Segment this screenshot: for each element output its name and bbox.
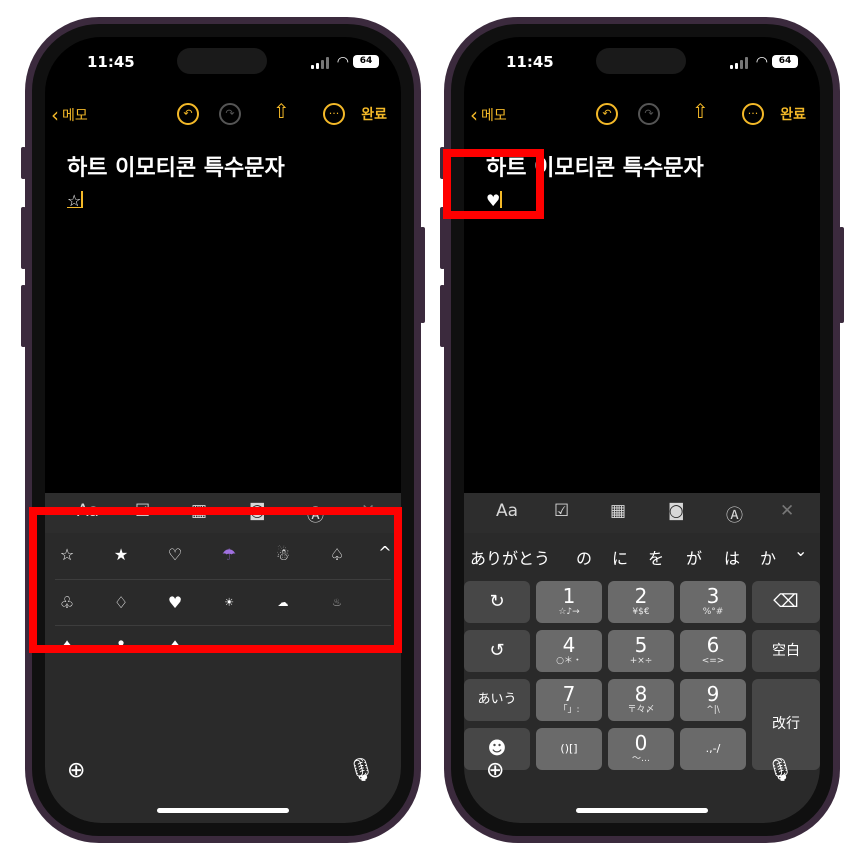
right-phone: 11:45 ◠ 64 ‹ 메모 ↶ ↷ ⇧ ··· 완료 하트 이모티콘 특수문자… [440,17,844,843]
candidate-item[interactable]: を [648,545,664,569]
space-key[interactable]: 空白 [752,630,820,672]
kana-switch-key[interactable]: あいう [464,679,530,721]
candidate-item[interactable]: が [686,545,702,569]
done-button[interactable]: 완료 [361,104,387,124]
nav-bar: ‹ 메모 ↶ ↷ ⇧ ··· 완료 [45,97,401,131]
volume-down-button [21,285,26,347]
battery-icon: 64 [353,55,379,68]
action-button [21,147,26,179]
home-indicator [576,808,708,813]
status-bar: 11:45 ◠ 64 [464,37,820,81]
kana-keyboard: ありがとう の に を が は か ⌄ ↻ 1 ☆♪→ 2 ¥$€ 3 %°# ⌫ ↺… [464,533,820,823]
wifi-icon: ◠ [336,54,349,70]
dynamic-island [177,48,267,74]
share-icon[interactable]: ⇧ [692,99,709,123]
share-icon[interactable]: ⇧ [273,99,290,123]
brackets-key[interactable]: ()[] [536,728,602,770]
delete-key[interactable]: ⌫ [752,581,820,623]
undo-key[interactable]: ↺ [464,630,530,672]
undo-icon[interactable]: ↶ [596,103,618,125]
markup-icon[interactable]: Ⓐ [726,501,743,526]
key-1[interactable]: 1 ☆♪→ [536,581,602,623]
microphone-icon[interactable]: 🎙 [766,758,794,783]
note-text: ☆ [67,191,82,210]
enter-key[interactable]: 改行 [752,679,820,770]
key-0[interactable]: 0 〜… [608,728,674,770]
key-2[interactable]: 2 ¥$€ [608,581,674,623]
left-phone: 11:45 ◠ 64 ‹ 메모 ↶ ↷ ⇧ ··· 완료 하트 이모티콘 특수문자… [21,17,425,843]
more-icon[interactable]: ··· [323,103,345,125]
candidate-item[interactable]: は [724,545,740,569]
done-button[interactable]: 완료 [780,104,806,124]
candidate-item[interactable]: ありがとう [470,545,550,569]
volume-down-button [440,285,445,347]
back-button[interactable]: ‹ 메모 [51,103,88,127]
chevron-down-icon[interactable]: ⌄ [794,541,807,560]
signal-icon [730,57,748,69]
volume-up-button [21,207,26,269]
redo-icon[interactable]: ↷ [638,103,660,125]
home-indicator [157,808,289,813]
status-time: 11:45 [506,53,554,71]
status-time: 11:45 [87,53,135,71]
key-9[interactable]: 9 ^|\ [680,679,746,721]
highlight-box-symbols [29,507,402,653]
power-button [420,227,425,323]
microphone-icon[interactable]: 🎙 [347,758,375,783]
screen: 11:45 ◠ 64 ‹ 메모 ↶ ↷ ⇧ ··· 완료 하트 이모티콘 특수문자… [45,37,401,823]
status-bar: 11:45 ◠ 64 [45,37,401,81]
table-icon[interactable]: ▦ [610,501,626,521]
globe-icon[interactable]: ⊕ [67,758,85,783]
more-icon[interactable]: ··· [742,103,764,125]
signal-icon [311,57,329,69]
dynamic-island [596,48,686,74]
globe-icon[interactable]: ⊕ [486,758,504,783]
checklist-icon[interactable]: ☑ [554,501,569,521]
back-button[interactable]: ‹ 메모 [470,103,507,127]
text-caret [81,191,84,208]
format-button[interactable]: Aa [496,501,518,521]
battery-icon: 64 [772,55,798,68]
key-6[interactable]: 6 <=> [680,630,746,672]
redo-icon[interactable]: ↷ [219,103,241,125]
punctuation-key[interactable]: .,-/ [680,728,746,770]
key-4[interactable]: 4 ○＊・ [536,630,602,672]
power-button [839,227,844,323]
back-label: 메모 [481,108,507,124]
close-icon[interactable]: ✕ [780,501,794,521]
key-8[interactable]: 8 〒々〆 [608,679,674,721]
key-3[interactable]: 3 %°# [680,581,746,623]
back-label: 메모 [62,108,88,124]
undo-icon[interactable]: ↶ [177,103,199,125]
candidate-item[interactable]: の [576,545,592,569]
next-candidate-key[interactable]: ↻ [464,581,530,623]
candidate-item[interactable]: に [612,545,628,569]
chevron-left-icon: ‹ [51,103,59,127]
wifi-icon: ◠ [755,54,768,70]
candidate-item[interactable]: か [760,545,776,569]
chevron-left-icon: ‹ [470,103,478,127]
camera-icon[interactable]: ◙ [668,501,685,521]
format-toolbar: Aa ☑ ▦ ◙ Ⓐ ✕ [464,493,820,533]
note-title: 하트 이모티콘 특수문자 [67,156,285,181]
highlight-box-heart [443,149,544,219]
key-7[interactable]: 7 「」: [536,679,602,721]
nav-bar: ‹ 메모 ↶ ↷ ⇧ ··· 완료 [464,97,820,131]
note-body[interactable]: ☆ [67,191,84,210]
key-5[interactable]: 5 +×÷ [608,630,674,672]
candidate-bar: ありがとう の に を が は か ⌄ [464,533,820,577]
